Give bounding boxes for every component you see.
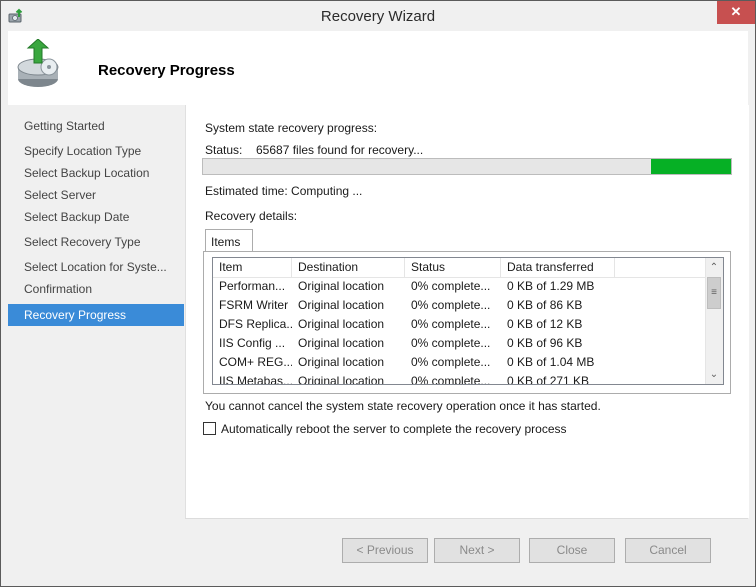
cell-item: IIS Metabas... [219,374,292,385]
cell-item: DFS Replica... [219,317,292,331]
wizard-header: Recovery Progress [8,31,748,105]
sidebar-item-select-server[interactable]: Select Server [8,184,184,206]
recovery-drive-icon [17,39,59,87]
recovery-wizard-window: Recovery Wizard ✕ Recovery Progress Gett… [0,0,756,587]
status-value: 65687 files found for recovery... [256,143,424,157]
scroll-up-icon[interactable]: ⌃ [706,259,722,276]
window-title: Recovery Wizard [320,8,436,25]
cell-destination: Original location [298,374,385,385]
cell-status: 0% complete... [411,355,491,369]
sidebar-item-confirmation[interactable]: Confirmation [8,278,184,300]
reboot-checkbox-label[interactable]: Automatically reboot the server to compl… [221,422,567,436]
wizard-footer: < Previous Next > Close Cancel [185,518,748,580]
cell-item: Performan... [219,279,286,293]
cell-item: COM+ REG... [219,355,292,369]
sidebar-item-specify-location-type[interactable]: Specify Location Type [8,140,184,162]
table-row[interactable]: IIS Config ... Original location 0% comp… [213,334,706,353]
sidebar-item-select-backup-date[interactable]: Select Backup Date [8,206,184,228]
progress-bar-fill [651,159,731,174]
cancel-button[interactable]: Cancel [625,538,711,563]
cell-data-transferred: 0 KB of 271 KB [507,374,590,385]
table-row[interactable]: FSRM Writer Original location 0% complet… [213,296,706,315]
column-header-item[interactable]: Item [213,258,292,277]
cell-data-transferred: 0 KB of 1.04 MB [507,355,595,369]
cell-destination: Original location [298,279,385,293]
cell-destination: Original location [298,336,385,350]
sidebar-item-select-recovery-type[interactable]: Select Recovery Type [8,231,184,253]
grip-icon: ≡ [711,287,717,298]
cell-destination: Original location [298,317,385,331]
column-header-destination[interactable]: Destination [292,258,405,277]
cell-item: IIS Config ... [219,336,286,350]
cell-status: 0% complete... [411,298,491,312]
table-row[interactable]: COM+ REG... Original location 0% complet… [213,353,706,372]
cell-data-transferred: 0 KB of 86 KB [507,298,583,312]
page-title: Recovery Progress [98,62,235,79]
cancel-warning-text: You cannot cancel the system state recov… [205,399,601,413]
status-label: Status: [205,143,243,157]
close-window-button[interactable]: ✕ [717,1,755,24]
reboot-checkbox[interactable] [203,422,216,435]
cell-data-transferred: 0 KB of 1.29 MB [507,279,595,293]
estimated-time: Estimated time: Computing ... [205,184,363,198]
wizard-steps-sidebar: Getting Started Specify Location Type Se… [8,105,185,579]
list-header: Item Destination Status Data transferred [213,258,706,278]
next-button[interactable]: Next > [434,538,520,563]
recovery-progress-bar [202,158,732,175]
cell-data-transferred: 0 KB of 96 KB [507,336,583,350]
recovery-details-label: Recovery details: [205,209,298,223]
title-bar: Recovery Wizard ✕ [1,1,755,31]
column-header-data-transferred[interactable]: Data transferred [501,258,615,277]
column-header-status[interactable]: Status [405,258,501,277]
cell-status: 0% complete... [411,279,491,293]
table-row[interactable]: Performan... Original location 0% comple… [213,277,706,296]
items-tab-panel: Item Destination Status Data transferred… [203,251,731,394]
cell-data-transferred: 0 KB of 12 KB [507,317,583,331]
scroll-down-icon[interactable]: ⌄ [706,366,722,383]
close-button[interactable]: Close [529,538,615,563]
sidebar-item-getting-started[interactable]: Getting Started [8,115,184,137]
sidebar-item-select-location-for-system[interactable]: Select Location for Syste... [8,256,184,278]
table-row[interactable]: IIS Metabas... Original location 0% comp… [213,372,706,385]
table-row[interactable]: DFS Replica... Original location 0% comp… [213,315,706,334]
recovery-items-list[interactable]: Item Destination Status Data transferred… [212,257,724,385]
cell-status: 0% complete... [411,374,491,385]
previous-button[interactable]: < Previous [342,538,428,563]
main-content: System state recovery progress: Status: … [185,105,749,518]
progress-heading: System state recovery progress: [205,121,378,135]
cell-destination: Original location [298,298,385,312]
cell-item: FSRM Writer [219,298,289,312]
scrollbar-thumb[interactable]: ≡ [707,277,721,309]
sidebar-item-recovery-progress[interactable]: Recovery Progress [8,304,184,326]
tab-items[interactable]: Items [205,229,253,251]
cell-status: 0% complete... [411,317,491,331]
vertical-scrollbar[interactable]: ⌃ ≡ ⌄ [705,258,723,384]
sidebar-item-select-backup-location[interactable]: Select Backup Location [8,162,184,184]
cell-status: 0% complete... [411,336,491,350]
cell-destination: Original location [298,355,385,369]
